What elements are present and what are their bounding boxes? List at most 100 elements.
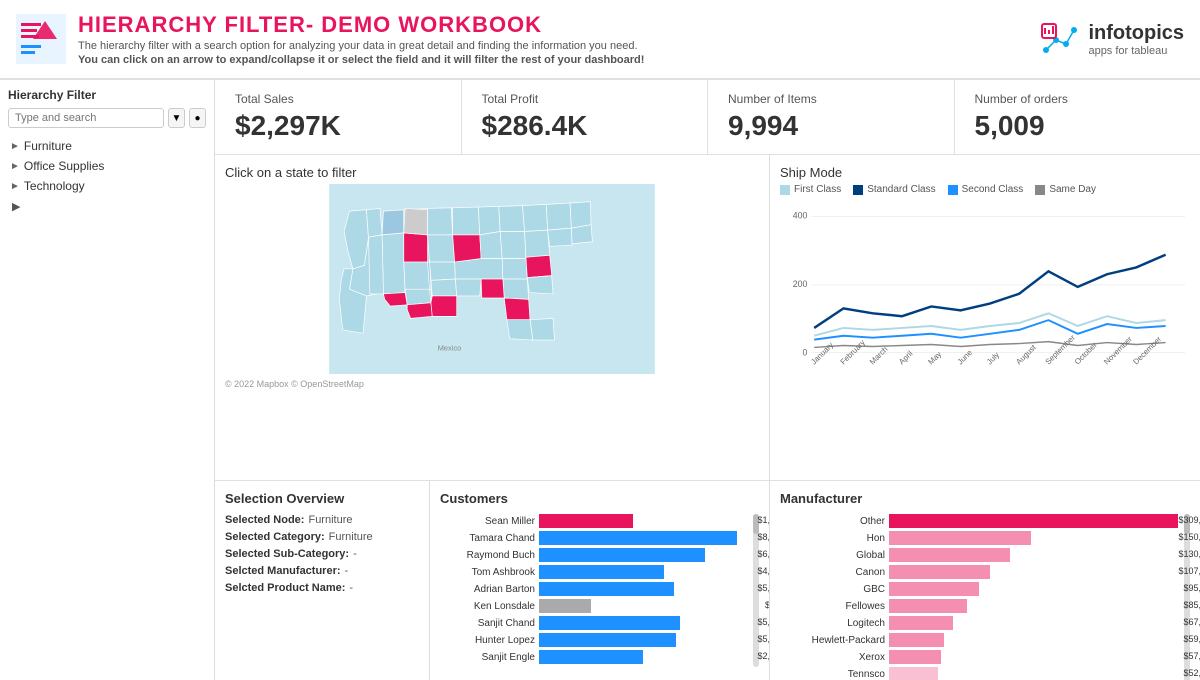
customer-bar-value: $5,622	[757, 634, 770, 644]
state-nv[interactable]	[382, 233, 405, 294]
state-wi[interactable]	[453, 207, 480, 235]
state-mt2[interactable]	[404, 208, 428, 234]
state-nc[interactable]	[526, 255, 552, 277]
settings-button[interactable]: ●	[189, 108, 206, 128]
search-input[interactable]	[8, 108, 164, 128]
kpi-value-profit: $286.4K	[482, 110, 688, 142]
content: Total Sales $2,297K Total Profit $286.4K…	[215, 80, 1200, 680]
manufacturer-bar-track: $150,146	[889, 531, 1178, 545]
customer-bar-value: $1,981	[757, 515, 770, 525]
manufacturer-section: Manufacturer Other $309,451 Hon $150,146…	[770, 481, 1200, 680]
selection-overview: Selection Overview Selected Node: Furnit…	[215, 481, 430, 680]
state-nj[interactable]	[548, 228, 572, 246]
manufacturer-bar-value: $95,630	[1183, 583, 1200, 593]
legend-first-class: First Class	[780, 184, 841, 195]
state-fl[interactable]	[530, 318, 554, 340]
map-credit: © 2022 Mapbox © OpenStreetMap	[225, 379, 759, 389]
state-ct[interactable]	[571, 225, 592, 244]
sel-subcategory: Selected Sub-Category: -	[225, 548, 419, 560]
page-title: HIERARCHY FILTER- DEMO WORKBOOK	[78, 12, 644, 38]
customer-name: Sean Miller	[440, 516, 535, 527]
subtitle-line1: The hierarchy filter with a search optio…	[78, 40, 644, 52]
state-wv[interactable]	[500, 232, 526, 259]
state-pa[interactable]	[523, 204, 548, 231]
sel-node-value: Furniture	[308, 514, 352, 526]
kpi-value-sales: $2,297K	[235, 110, 441, 142]
filter-button[interactable]: ▼	[168, 108, 185, 128]
state-ky[interactable]	[455, 259, 503, 279]
manufacturer-bar-track: $95,630	[889, 582, 1178, 596]
manufacturer-name: Tennsco	[780, 669, 885, 680]
manufacturer-bar-value: $57,544	[1183, 651, 1200, 661]
chevron-right-icon-3: ►	[10, 181, 20, 192]
state-mt[interactable]	[382, 210, 404, 235]
manufacturer-name: Fellowes	[780, 601, 885, 612]
usa-map-svg[interactable]: Mexico	[225, 184, 759, 374]
customer-bar-track: $2,651	[539, 650, 747, 664]
customer-bar-fill	[539, 531, 737, 545]
state-id-bot[interactable]	[369, 235, 384, 294]
sel-mfr-value: -	[345, 565, 349, 577]
state-al[interactable]	[481, 279, 504, 298]
mexico-text: Mexico	[438, 343, 462, 352]
state-ms2[interactable]	[455, 279, 481, 296]
state-ga[interactable]	[504, 298, 530, 320]
state-wy[interactable]	[404, 233, 428, 262]
state-ny[interactable]	[546, 203, 571, 230]
map-area[interactable]: Mexico © 2022 Mapbox © OpenStreetMap	[225, 184, 759, 470]
state-ms[interactable]	[503, 279, 529, 299]
state-va[interactable]	[525, 230, 550, 257]
manufacturer-bar-value: $309,451	[1178, 515, 1200, 525]
manufacturer-bar-value: $107,505	[1178, 566, 1200, 576]
sel-prod-label: Selcted Product Name:	[225, 582, 345, 594]
legend-label-second: Second Class	[962, 184, 1024, 195]
tree-item-furniture[interactable]: ► Furniture	[8, 136, 206, 156]
state-mo[interactable]	[430, 262, 456, 280]
state-mi-l[interactable]	[478, 206, 500, 235]
manufacturer-name: Global	[780, 550, 885, 561]
customer-bar-row: Raymond Buch $6,976	[440, 548, 747, 562]
state-mn[interactable]	[428, 208, 453, 235]
legend-dot-standard	[853, 185, 863, 195]
state-in[interactable]	[480, 232, 502, 259]
state-oh[interactable]	[499, 206, 525, 232]
manufacturer-bar-row: Hewlett-Packard $59,433	[780, 633, 1178, 647]
customer-bar-row: Adrian Barton $5,445	[440, 582, 747, 596]
header-left: HIERARCHY FILTER- DEMO WORKBOOK The hier…	[16, 12, 644, 66]
manufacturer-bar-row: Logitech $67,371	[780, 616, 1178, 630]
customer-bar-fill	[539, 548, 705, 562]
state-tx2[interactable]	[431, 296, 457, 316]
state-fl2[interactable]	[507, 320, 533, 340]
y-label-0: 0	[802, 347, 807, 357]
sel-product: Selcted Product Name: -	[225, 582, 419, 594]
logo-text-area: infotopics apps for tableau	[1088, 22, 1184, 57]
state-id-top[interactable]	[366, 208, 382, 238]
kpi-label-items: Number of Items	[728, 92, 934, 106]
selection-overview-title: Selection Overview	[225, 491, 419, 506]
state-ar[interactable]	[431, 279, 457, 296]
chevron-right-icon: ►	[10, 141, 20, 152]
manufacturer-bar-fill	[889, 531, 1031, 545]
state-sc[interactable]	[527, 276, 553, 294]
state-nm[interactable]	[405, 289, 431, 305]
customer-bar-value: $6,976	[757, 549, 770, 559]
sidebar: Hierarchy Filter ▼ ● ► Furniture ► Offic…	[0, 80, 215, 680]
state-tx[interactable]	[407, 303, 432, 319]
state-tn[interactable]	[502, 259, 527, 279]
sel-cat-label: Selected Category:	[225, 531, 325, 543]
tree-item-office-supplies[interactable]: ► Office Supplies	[8, 156, 206, 176]
logo-tagline: apps for tableau	[1088, 45, 1184, 57]
manufacturer-bar-value: $150,146	[1178, 532, 1200, 542]
manufacturer-inner: Other $309,451 Hon $150,146 Global $130,…	[780, 514, 1190, 680]
tree-item-technology[interactable]: ► Technology	[8, 176, 206, 196]
state-co[interactable]	[404, 262, 430, 291]
state-il[interactable]	[453, 235, 482, 262]
header: HIERARCHY FILTER- DEMO WORKBOOK The hier…	[0, 0, 1200, 80]
state-ne2[interactable]	[570, 202, 591, 228]
customer-bar-row: Tom Ashbrook $4,704	[440, 565, 747, 579]
customer-name: Tom Ashbrook	[440, 567, 535, 578]
state-ia[interactable]	[428, 235, 455, 262]
logo-name: infotopics	[1088, 22, 1184, 45]
search-row: ▼ ●	[8, 108, 206, 128]
linechart-section: Ship Mode First Class Standard Class	[770, 155, 1200, 480]
